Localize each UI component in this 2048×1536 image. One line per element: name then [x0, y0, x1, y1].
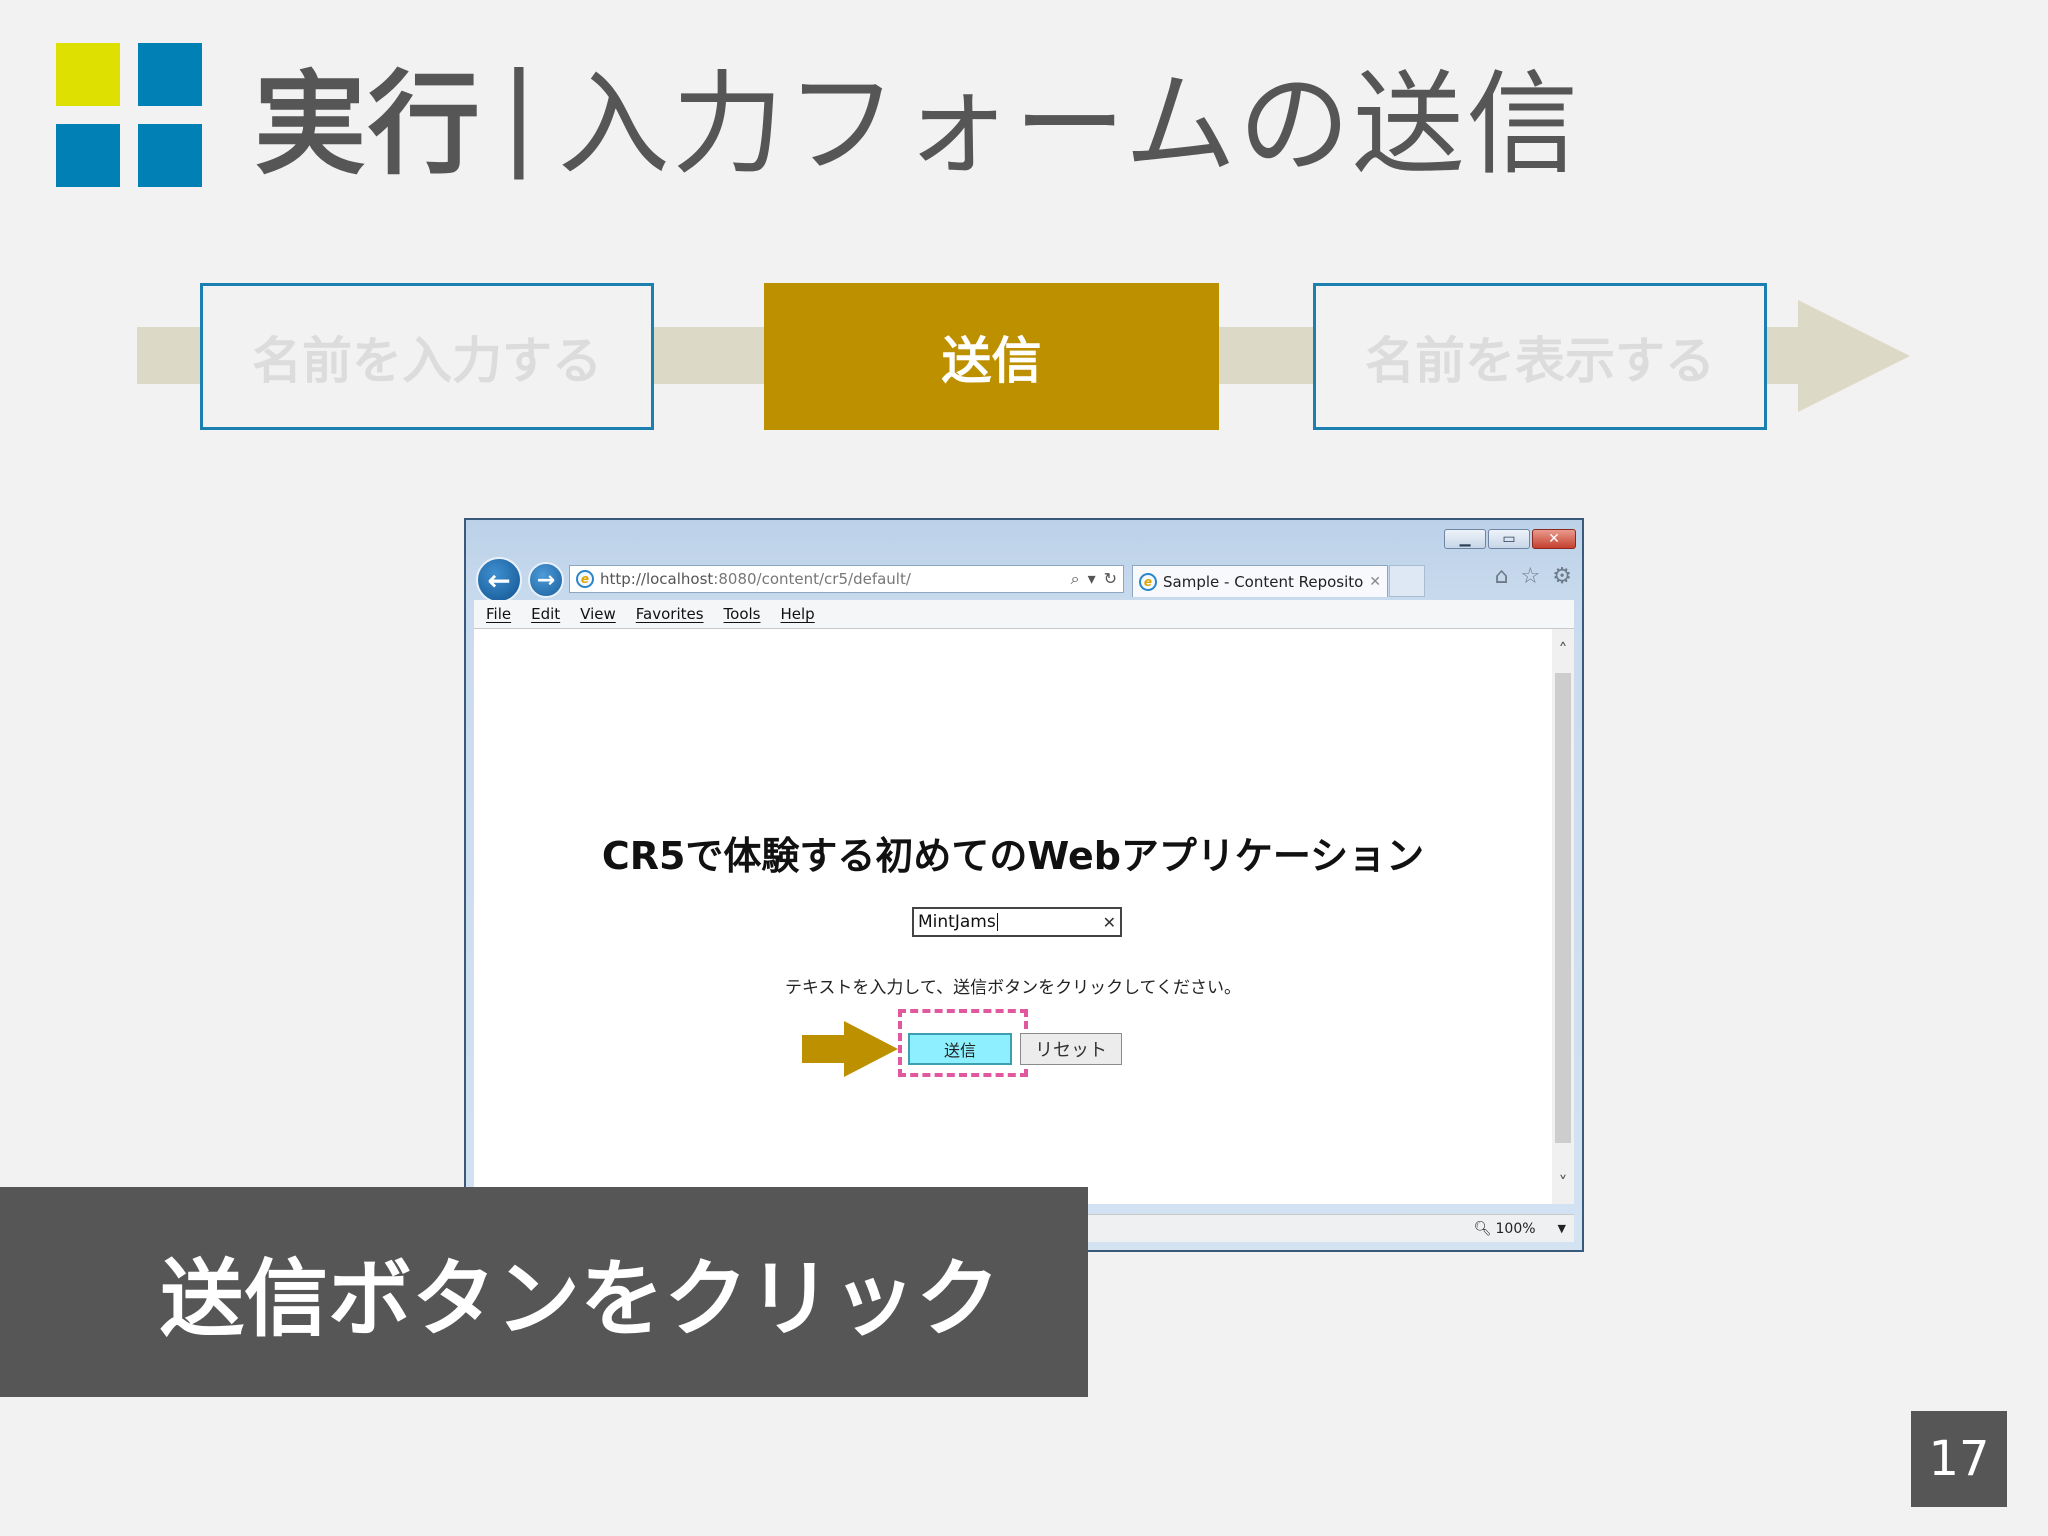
menu-item-tools[interactable]: Tools: [724, 605, 761, 623]
settings-gear-icon[interactable]: ⚙: [1552, 564, 1572, 589]
logo-square-blue: [138, 124, 202, 187]
flow-step-submit: 送信: [764, 283, 1219, 430]
slide-logo: [56, 43, 202, 187]
forward-button[interactable]: →: [528, 562, 564, 598]
caption-banner: 送信ボタンをクリック: [0, 1187, 1088, 1397]
refresh-icon[interactable]: ↻: [1104, 569, 1117, 589]
tab-title: Sample - Content Reposito...: [1163, 572, 1364, 591]
slide-title-strong: 実行: [254, 60, 482, 190]
page-viewport: CR5で体験する初めてのWebアプリケーション MintJams ✕ テキストを…: [474, 628, 1574, 1204]
flow-arrow-head: [1798, 300, 1910, 412]
back-button[interactable]: ←: [476, 557, 522, 603]
address-bar[interactable]: e http://localhost:8080/content/cr5/defa…: [569, 565, 1124, 593]
scroll-down-icon[interactable]: ˅: [1552, 1170, 1574, 1196]
menu-item-file[interactable]: File: [486, 605, 511, 623]
caption-text: 送信ボタンをクリック: [160, 1249, 1001, 1348]
flow-step-display-name: 名前を表示する: [1313, 283, 1767, 430]
search-icon[interactable]: ⌕: [1071, 569, 1080, 589]
flow-step-input-name: 名前を入力する: [200, 283, 654, 430]
slide-title-rest: 入力フォームの送信: [557, 60, 1581, 190]
minimize-button[interactable]: ▁: [1444, 529, 1486, 549]
slide-title-separator: |: [500, 50, 540, 180]
scroll-up-icon[interactable]: ˄: [1552, 637, 1574, 663]
zoom-level: 100%: [1495, 1220, 1536, 1237]
page-number: 17: [1911, 1411, 2007, 1507]
address-url[interactable]: http://localhost:8080/content/cr5/defaul…: [600, 570, 1071, 588]
zoom-dropdown-icon[interactable]: ▼: [1558, 1222, 1566, 1235]
menu-item-view[interactable]: View: [580, 605, 616, 623]
ie-logo-icon: e: [576, 570, 594, 588]
vertical-scrollbar[interactable]: ˄ ˅: [1552, 629, 1574, 1204]
logo-square-yellow: [56, 43, 120, 106]
clear-input-icon[interactable]: ✕: [1103, 913, 1116, 932]
slide-title: 実行 | 入力フォームの送信: [254, 40, 1580, 190]
scroll-thumb[interactable]: [1555, 673, 1571, 1143]
name-input-value: MintJams: [918, 912, 996, 932]
logo-square-blue: [138, 43, 202, 106]
forward-arrow-icon: →: [536, 567, 556, 593]
ie-logo-icon: e: [1139, 572, 1157, 591]
address-tools: ⌕ ▾ ↻: [1071, 569, 1117, 589]
menu-item-favorites[interactable]: Favorites: [636, 605, 704, 623]
submit-button[interactable]: 送信: [908, 1033, 1012, 1065]
instruction-text: テキストを入力して、送信ボタンをクリックしてください。: [784, 978, 1242, 998]
menu-item-edit[interactable]: Edit: [531, 605, 560, 623]
text-caret: [996, 913, 998, 931]
name-input[interactable]: MintJams ✕: [912, 907, 1122, 937]
maximize-button[interactable]: ▭: [1488, 529, 1530, 549]
back-arrow-icon: ←: [487, 563, 511, 597]
zoom-icon: 🔍︎: [1473, 1220, 1492, 1237]
browser-tab[interactable]: e Sample - Content Reposito... ✕: [1132, 565, 1388, 597]
close-button[interactable]: ✕: [1532, 529, 1576, 549]
home-icon[interactable]: ⌂: [1495, 564, 1509, 589]
menu-bar: File Edit View Favorites Tools Help: [474, 600, 1574, 628]
browser-window: ▁ ▭ ✕ ← → e http://localhost:8080/conten…: [464, 518, 1584, 1252]
reset-button[interactable]: リセット: [1020, 1033, 1122, 1065]
address-url-main: http://localhost: [600, 570, 714, 588]
pointer-arrow-icon: [802, 1021, 898, 1077]
address-url-rest: :8080/content/cr5/default/: [713, 570, 911, 588]
logo-square-blue: [56, 124, 120, 187]
browser-right-tools: ⌂ ☆ ⚙: [1495, 564, 1572, 589]
zoom-control[interactable]: 🔍︎ 100% ▼: [1474, 1221, 1566, 1237]
search-dropdown-icon[interactable]: ▾: [1088, 569, 1096, 589]
window-controls: ▁ ▭ ✕: [1444, 529, 1576, 549]
favorites-star-icon[interactable]: ☆: [1521, 564, 1541, 589]
page-heading: CR5で体験する初めてのWebアプリケーション: [601, 834, 1425, 878]
tab-close-icon[interactable]: ✕: [1369, 574, 1381, 590]
new-tab-button[interactable]: [1389, 565, 1425, 597]
menu-item-help[interactable]: Help: [781, 605, 815, 623]
